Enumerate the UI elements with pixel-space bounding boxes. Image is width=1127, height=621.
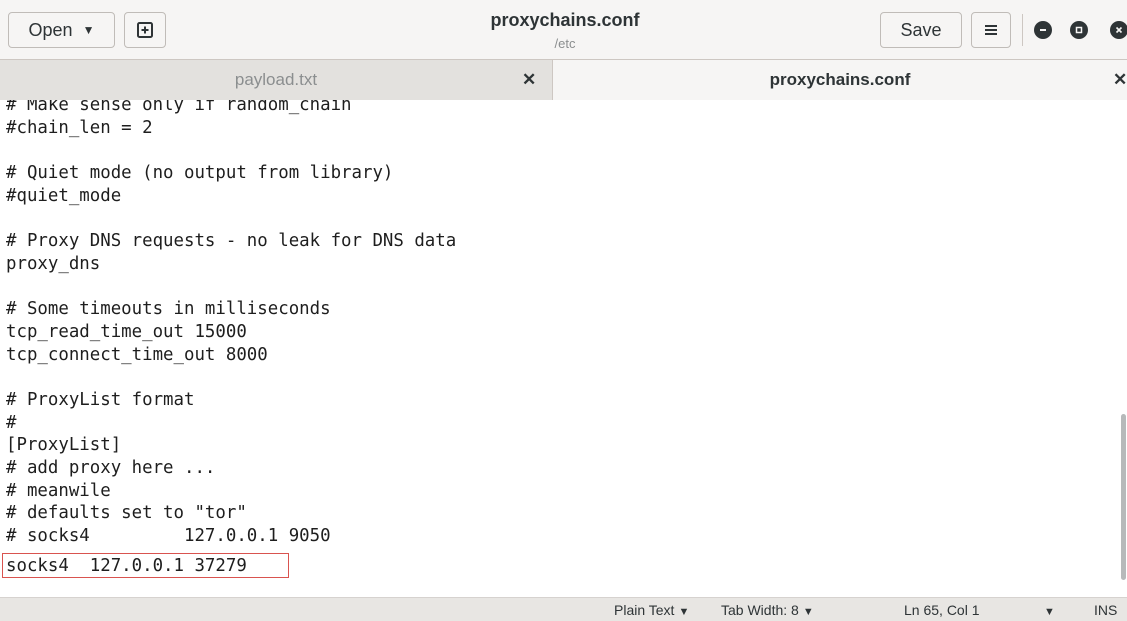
header-separator xyxy=(1022,14,1023,46)
chevron-down-icon: ▼ xyxy=(1044,606,1055,618)
code-line: proxy_dns xyxy=(6,254,101,274)
tab-label: proxychains.conf xyxy=(769,70,911,89)
window-title-area: proxychains.conf /etc xyxy=(400,10,730,51)
code-line: #quiet_mode xyxy=(6,186,122,206)
code-line: # socks4 127.0.0.1 9050 xyxy=(6,526,331,546)
maximize-button[interactable] xyxy=(1070,21,1088,39)
tab-payload-txt[interactable]: payload.txt xyxy=(0,60,552,100)
tab-label: payload.txt xyxy=(234,70,318,89)
text-editor[interactable]: # Make sense only if random_chain #chain… xyxy=(0,100,1127,597)
window-subtitle: /etc xyxy=(554,36,576,51)
menu-button[interactable] xyxy=(971,12,1011,48)
cursor-position-label: Ln 65, Col 1 xyxy=(904,602,980,618)
code-line: # add proxy here ... xyxy=(6,458,216,478)
save-button-label: Save xyxy=(900,19,942,40)
cursor-position-selector[interactable]: Ln 65, Col 1 xyxy=(904,602,980,618)
maximize-icon xyxy=(1075,26,1083,34)
code-line: # Proxy DNS requests - no leak for DNS d… xyxy=(6,231,457,251)
code-line: #chain_len = 2 xyxy=(6,118,153,138)
code-line: tcp_connect_time_out 8000 xyxy=(6,345,268,365)
open-button-label: Open xyxy=(28,19,73,40)
tab-width-selector[interactable]: Tab Width: 8 ▼ xyxy=(721,602,814,618)
window-title: proxychains.conf xyxy=(490,10,640,30)
highlight-annotation-box xyxy=(2,553,289,578)
hamburger-menu-icon xyxy=(985,25,997,35)
minimize-button[interactable] xyxy=(1034,21,1052,39)
tab-width-label: Tab Width: 8 xyxy=(721,602,799,618)
tab-bar: payload.txt ✕ proxychains.conf ✕ xyxy=(0,60,1127,100)
code-line: # meanwile xyxy=(6,481,111,501)
tab-proxychains-conf[interactable]: proxychains.conf xyxy=(552,60,1127,100)
code-line: # Some timeouts in milliseconds xyxy=(6,299,331,319)
insert-mode-indicator: INS xyxy=(1094,602,1117,618)
code-line: # xyxy=(6,413,17,433)
chevron-down-icon: ▼ xyxy=(678,606,690,618)
status-bar: Plain Text ▼ Tab Width: 8 ▼ Ln 65, Col 1 ▼… xyxy=(0,597,1127,621)
code-line: [ProxyList] xyxy=(6,435,122,455)
code-line: # defaults set to "tor" xyxy=(6,503,247,523)
open-button[interactable]: Open ▼ xyxy=(8,12,115,48)
code-line: # ProxyList format xyxy=(6,390,195,410)
chevron-down-icon: ▼ xyxy=(802,606,814,618)
language-selector[interactable]: Plain Text ▼ xyxy=(614,602,689,618)
new-document-button[interactable] xyxy=(124,12,166,48)
cursor-position-dropdown[interactable]: ▼ xyxy=(1040,602,1055,618)
code-line: tcp_read_time_out 15000 xyxy=(6,322,247,342)
code-line: # Quiet mode (no output from library) xyxy=(6,163,394,183)
chevron-down-icon: ▼ xyxy=(82,23,95,37)
tab-close-icon[interactable]: ✕ xyxy=(522,70,536,90)
insert-mode-label: INS xyxy=(1094,602,1118,618)
minimize-icon xyxy=(1040,29,1046,31)
header-bar: Open ▼ proxychains.conf /etc Save xyxy=(0,0,1127,60)
save-button[interactable]: Save xyxy=(880,12,962,48)
new-document-icon xyxy=(137,22,153,38)
vertical-scrollbar[interactable] xyxy=(1121,414,1126,580)
language-label: Plain Text xyxy=(614,602,675,618)
close-window-button[interactable] xyxy=(1110,21,1127,39)
tab-close-icon[interactable]: ✕ xyxy=(1113,70,1127,90)
code-line: # Make sense only if random_chain xyxy=(6,100,352,115)
close-icon xyxy=(1115,26,1123,34)
